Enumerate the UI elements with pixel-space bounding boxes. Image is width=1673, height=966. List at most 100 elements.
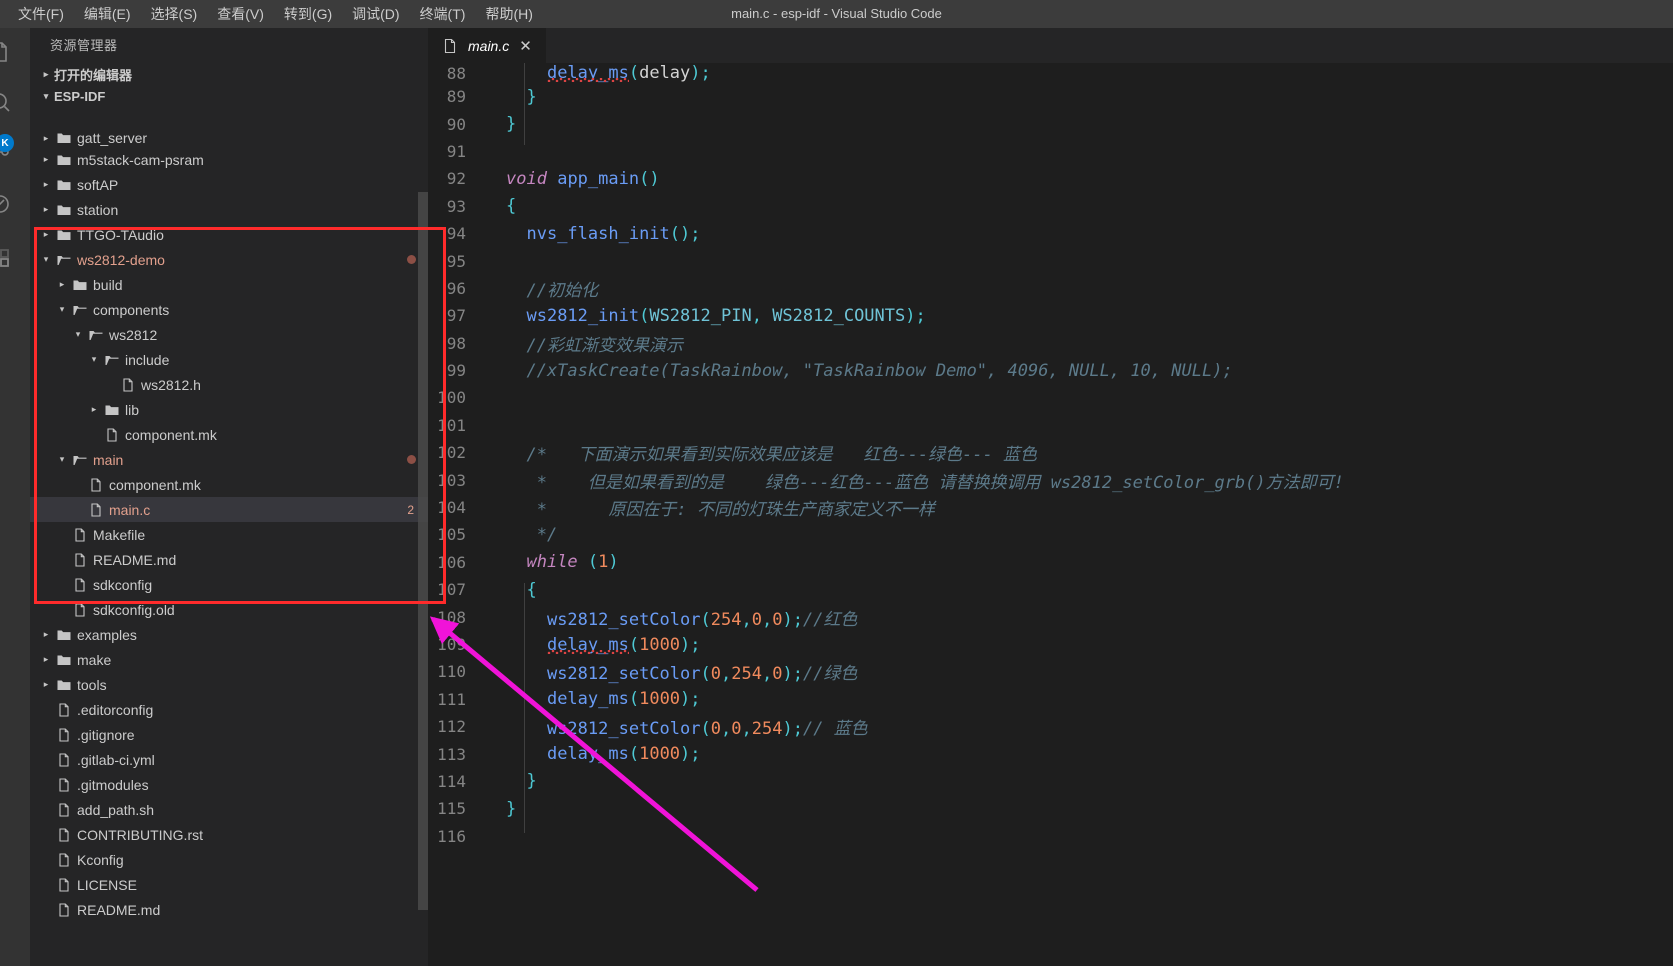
close-icon[interactable]: ✕ <box>517 37 534 55</box>
chevron-down-icon[interactable]: ▾ <box>70 327 86 343</box>
menu-debug[interactable]: 调试(D) <box>342 1 409 27</box>
files-icon[interactable] <box>0 34 18 70</box>
tree-file-row[interactable]: CONTRIBUTING.rst <box>30 822 428 847</box>
chevron-right-icon[interactable]: ▸ <box>38 652 54 668</box>
code-line[interactable]: 115} <box>428 795 1673 822</box>
menu-selection[interactable]: 选择(S) <box>141 1 208 27</box>
tree-file-row[interactable]: add_path.sh <box>30 797 428 822</box>
code-line[interactable]: 101 <box>428 412 1673 439</box>
sidebar-scrollbar[interactable] <box>418 192 428 910</box>
code-line[interactable]: 112 ws2812_setColor(0,0,254);// 蓝色 <box>428 713 1673 740</box>
menu-help[interactable]: 帮助(H) <box>475 1 542 27</box>
chevron-down-icon[interactable]: ▾ <box>38 252 54 268</box>
chevron-right-icon[interactable]: ▸ <box>38 677 54 693</box>
tree-folder-row[interactable]: ▾ include <box>30 347 428 372</box>
tree-folder-row[interactable]: ▸ lib <box>30 397 428 422</box>
chevron-down-icon[interactable]: ▾ <box>54 302 70 318</box>
tree-file-row[interactable]: sdkconfig <box>30 572 428 597</box>
tab-main-c[interactable]: main.c ✕ <box>428 28 546 63</box>
explorer-section-open-editors[interactable]: ▸ 打开的编辑器 <box>30 63 428 85</box>
tree-folder-row[interactable]: ▾ main <box>30 447 428 472</box>
chevron-right-icon[interactable]: ▸ <box>38 227 54 243</box>
chevron-down-icon[interactable]: ▾ <box>86 352 102 368</box>
chevron-right-icon[interactable]: ▸ <box>38 202 54 218</box>
menu-terminal[interactable]: 终端(T) <box>410 1 476 27</box>
tree-folder-row[interactable]: ▾ components <box>30 297 428 322</box>
code-line[interactable]: 109 delay_ms (1000); <box>428 631 1673 658</box>
tree-file-row[interactable]: Kconfig <box>30 847 428 872</box>
tree-file-row[interactable]: sdkconfig.old <box>30 597 428 622</box>
tree-file-row[interactable]: .gitlab-ci.yml <box>30 747 428 772</box>
tree-folder-row[interactable]: ▸ make <box>30 647 428 672</box>
tree-folder-row[interactable]: ▾ ws2812-demo <box>30 247 428 272</box>
tree-file-row[interactable]: README.md <box>30 547 428 572</box>
code-line[interactable]: 98 //彩虹渐变效果演示 <box>428 330 1673 357</box>
chevron-right-icon[interactable]: ▸ <box>54 277 70 293</box>
tab-bar[interactable]: main.c ✕ <box>428 28 1673 63</box>
code-content[interactable]: 88 delay_ms (delay); 89 } 90} 91 92 void app_m… <box>428 63 1673 966</box>
chevron-down-icon[interactable]: ▾ <box>54 452 70 468</box>
code-line[interactable]: 100 <box>428 384 1673 411</box>
code-line[interactable]: 88 delay_ms (delay); <box>428 63 1673 83</box>
line-number: 107 <box>437 580 466 600</box>
chevron-right-icon[interactable]: ▸ <box>38 130 54 146</box>
tree-folder-row[interactable]: ▸ station <box>30 197 428 222</box>
code-line[interactable]: 105 */ <box>428 521 1673 548</box>
activity-bar[interactable]: K <box>0 28 30 966</box>
code-line[interactable]: 96 //初始化 <box>428 275 1673 302</box>
search-icon[interactable] <box>0 84 18 120</box>
tree-file-row[interactable]: ws2812.h <box>30 372 428 397</box>
tree-file-row[interactable]: .gitmodules <box>30 772 428 797</box>
code-line[interactable]: 113 delay_ms(1000); <box>428 740 1673 767</box>
code-line[interactable]: 94 nvs_flash_init(); <box>428 220 1673 247</box>
code-line[interactable]: 104 * 原因在于: 不同的灯珠生产商家定义不一样 <box>428 494 1673 521</box>
tree-folder-row[interactable]: ▸ build <box>30 272 428 297</box>
tree-folder-row[interactable]: ▸ tools <box>30 672 428 697</box>
menu-edit[interactable]: 编辑(E) <box>74 1 141 27</box>
extensions-icon[interactable] <box>0 240 18 276</box>
tree-folder-row[interactable]: ▸ softAP <box>30 172 428 197</box>
code-line[interactable]: 110 ws2812_setColor(0,254,0);//绿色 <box>428 658 1673 685</box>
tree-file-row[interactable]: .editorconfig <box>30 697 428 722</box>
chevron-right-icon[interactable]: ▸ <box>38 177 54 193</box>
code-line[interactable]: 97 ws2812_init(WS2812_PIN, WS2812_COUNTS… <box>428 302 1673 329</box>
menu-bar[interactable]: 文件(F) 编辑(E) 选择(S) 查看(V) 转到(G) 调试(D) 终端(T) 帮助(H) <box>0 1 543 27</box>
code-token: , <box>720 664 732 685</box>
menu-file[interactable]: 文件(F) <box>8 1 74 27</box>
menu-view[interactable]: 查看(V) <box>207 1 274 27</box>
code-line[interactable]: 92 void app_main() <box>428 165 1673 192</box>
chevron-right-icon[interactable]: ▸ <box>86 402 102 418</box>
tree-file-row[interactable]: component.mk <box>30 472 428 497</box>
tree-file-row[interactable]: component.mk <box>30 422 428 447</box>
tree-folder-row[interactable]: ▸ TTGO-TAudio <box>30 222 428 247</box>
tree-file-row[interactable]: LICENSE <box>30 872 428 897</box>
code-line[interactable]: 106 while (1) <box>428 549 1673 576</box>
code-line[interactable]: 91 <box>428 138 1673 165</box>
code-line[interactable]: 107 { <box>428 576 1673 603</box>
tree-file-row[interactable]: README.md <box>30 897 428 922</box>
code-line[interactable]: 111 delay_ms(1000); <box>428 686 1673 713</box>
code-line[interactable]: 95 <box>428 247 1673 274</box>
code-line[interactable]: 103 * 但是如果看到的是 绿色---红色---蓝色 请替换换调用 ws281… <box>428 466 1673 493</box>
file-tree[interactable]: ▸ gatt_server ▸ m5stack-cam-psram ▸ softAP ▸ st… <box>30 129 428 966</box>
tree-folder-row[interactable]: ▸ examples <box>30 622 428 647</box>
tree-file-row[interactable]: Makefile <box>30 522 428 547</box>
tree-file-row[interactable]: .gitignore <box>30 722 428 747</box>
code-line[interactable]: 102 /* 下面演示如果看到实际效果应该是 红色---绿色--- 蓝色 <box>428 439 1673 466</box>
tree-file-row[interactable]: main.c 2 <box>30 497 428 522</box>
code-line[interactable]: 90} <box>428 110 1673 137</box>
tree-folder-row[interactable]: ▾ ws2812 <box>30 322 428 347</box>
chevron-right-icon[interactable]: ▸ <box>38 152 54 168</box>
code-line[interactable]: 114 } <box>428 768 1673 795</box>
tree-folder-row[interactable]: ▸ m5stack-cam-psram <box>30 147 428 172</box>
explorer-section-folder[interactable]: ▾ ESP-IDF <box>30 85 428 107</box>
code-line[interactable]: 108 ws2812_setColor(254,0,0);//红色 <box>428 603 1673 630</box>
debug-icon[interactable] <box>0 186 18 222</box>
code-line[interactable]: 116 <box>428 823 1673 850</box>
tree-folder-row[interactable]: ▸ gatt_server <box>30 129 428 147</box>
code-line[interactable]: 99 //xTaskCreate(TaskRainbow, "TaskRainb… <box>428 357 1673 384</box>
chevron-right-icon[interactable]: ▸ <box>38 627 54 643</box>
menu-goto[interactable]: 转到(G) <box>274 1 342 27</box>
code-line[interactable]: 93 { <box>428 193 1673 220</box>
code-line[interactable]: 89 } <box>428 83 1673 110</box>
